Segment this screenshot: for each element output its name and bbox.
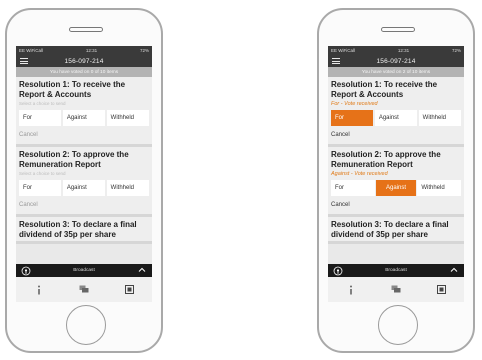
chat-icon[interactable] <box>79 285 89 295</box>
vote-against-button[interactable]: Against <box>374 110 418 126</box>
choice-hint: Select a choice to send <box>19 101 66 106</box>
resolution-card: Resolution 3: To declare a final dividen… <box>328 217 464 244</box>
vote-choices: For Against Withheld <box>19 110 149 126</box>
chevron-up-icon[interactable] <box>450 267 458 273</box>
phone-frame-left: EE WiFiCall 12:31 72% 156-097-214 You ha… <box>5 8 163 353</box>
vote-for-button[interactable]: For <box>331 110 374 126</box>
vote-for-button[interactable]: For <box>331 180 375 196</box>
speaker-slot <box>69 27 103 32</box>
cancel-vote-button[interactable]: Cancel <box>19 126 149 142</box>
resolution-title: Resolution 1: To receive the Report & Ac… <box>19 80 126 99</box>
home-button[interactable] <box>66 305 106 345</box>
vote-status: Against - Vote received <box>331 171 388 177</box>
vote-withheld-button[interactable]: Withheld <box>417 180 462 196</box>
vote-status: For - Vote received <box>331 101 378 107</box>
resolution-title: Resolution 3: To declare a final dividen… <box>331 220 449 239</box>
vote-against-button[interactable]: Against <box>62 110 106 126</box>
carrier-label: EE WiFiCall <box>331 48 356 53</box>
menu-icon[interactable] <box>20 58 28 65</box>
podcast-icon <box>21 266 31 275</box>
broadcast-bar[interactable]: Broadcast <box>16 264 152 277</box>
meeting-code: 156-097-214 <box>376 57 416 65</box>
broadcast-bar[interactable]: Broadcast <box>328 264 464 277</box>
chevron-up-icon[interactable] <box>138 267 146 273</box>
resolution-card: Resolution 1: To receive the Report & Ac… <box>328 77 464 147</box>
vote-choices: For Against Withheld <box>331 180 462 196</box>
broadcast-label: Broadcast <box>73 268 95 273</box>
battery-level: 72% <box>451 48 461 53</box>
app-screen: EE WiFiCall 12:31 72% 156-097-214 You ha… <box>328 46 464 302</box>
status-bar: EE WiFiCall 12:31 72% <box>16 46 152 55</box>
choice-hint: Select a choice to send <box>19 171 66 176</box>
vote-against-button[interactable]: Against <box>62 180 106 196</box>
vote-choices: For Against Withheld <box>19 180 149 196</box>
cancel-vote-button[interactable]: Cancel <box>331 126 461 142</box>
app-screen: EE WiFiCall 12:31 72% 156-097-214 You ha… <box>16 46 152 302</box>
speaker-slot <box>381 27 415 32</box>
resolution-title: Resolution 3: To declare a final dividen… <box>19 220 137 239</box>
bottom-dock: Broadcast <box>16 264 152 302</box>
votes-progress-banner: You have voted on 0 of 10 items <box>16 67 152 77</box>
podcast-icon <box>333 266 343 275</box>
tab-bar <box>16 277 152 302</box>
vote-withheld-button[interactable]: Withheld <box>106 180 149 196</box>
vote-withheld-button[interactable]: Withheld <box>106 110 149 126</box>
vote-for-button[interactable]: For <box>19 110 62 126</box>
app-bar: 156-097-214 <box>16 55 152 67</box>
document-icon[interactable] <box>436 285 446 295</box>
status-time: 12:31 <box>397 48 410 53</box>
resolution-title: Resolution 2: To approve the Remuneratio… <box>331 150 441 169</box>
info-icon[interactable] <box>346 285 356 295</box>
cancel-vote-button[interactable]: Cancel <box>19 196 149 212</box>
vote-for-button[interactable]: For <box>19 180 62 196</box>
battery-level: 72% <box>139 48 149 53</box>
chat-icon[interactable] <box>391 285 401 295</box>
menu-icon[interactable] <box>332 58 340 65</box>
resolution-card: Resolution 2: To approve the Remuneratio… <box>16 147 152 217</box>
resolution-card: Resolution 2: To approve the Remuneratio… <box>328 147 464 217</box>
tab-bar <box>328 277 464 302</box>
resolution-card: Resolution 3: To declare a final dividen… <box>16 217 152 244</box>
home-button[interactable] <box>378 305 418 345</box>
status-bar: EE WiFiCall 12:31 72% <box>328 46 464 55</box>
document-icon[interactable] <box>124 285 134 295</box>
vote-against-button[interactable]: Against <box>376 180 416 196</box>
info-icon[interactable] <box>34 285 44 295</box>
status-time: 12:31 <box>85 48 98 53</box>
vote-choices: For Against Withheld <box>331 110 461 126</box>
resolution-title: Resolution 1: To receive the Report & Ac… <box>331 80 438 99</box>
cancel-vote-button[interactable]: Cancel <box>331 196 461 212</box>
meeting-code: 156-097-214 <box>64 57 104 65</box>
vote-withheld-button[interactable]: Withheld <box>418 110 461 126</box>
votes-progress-banner: You have voted on 2 of 10 items <box>328 67 464 77</box>
broadcast-label: Broadcast <box>385 268 407 273</box>
resolution-title: Resolution 2: To approve the Remuneratio… <box>19 150 129 169</box>
bottom-dock: Broadcast <box>328 264 464 302</box>
app-bar: 156-097-214 <box>328 55 464 67</box>
phone-frame-right: EE WiFiCall 12:31 72% 156-097-214 You ha… <box>317 8 475 353</box>
resolution-card: Resolution 1: To receive the Report & Ac… <box>16 77 152 147</box>
carrier-label: EE WiFiCall <box>19 48 44 53</box>
